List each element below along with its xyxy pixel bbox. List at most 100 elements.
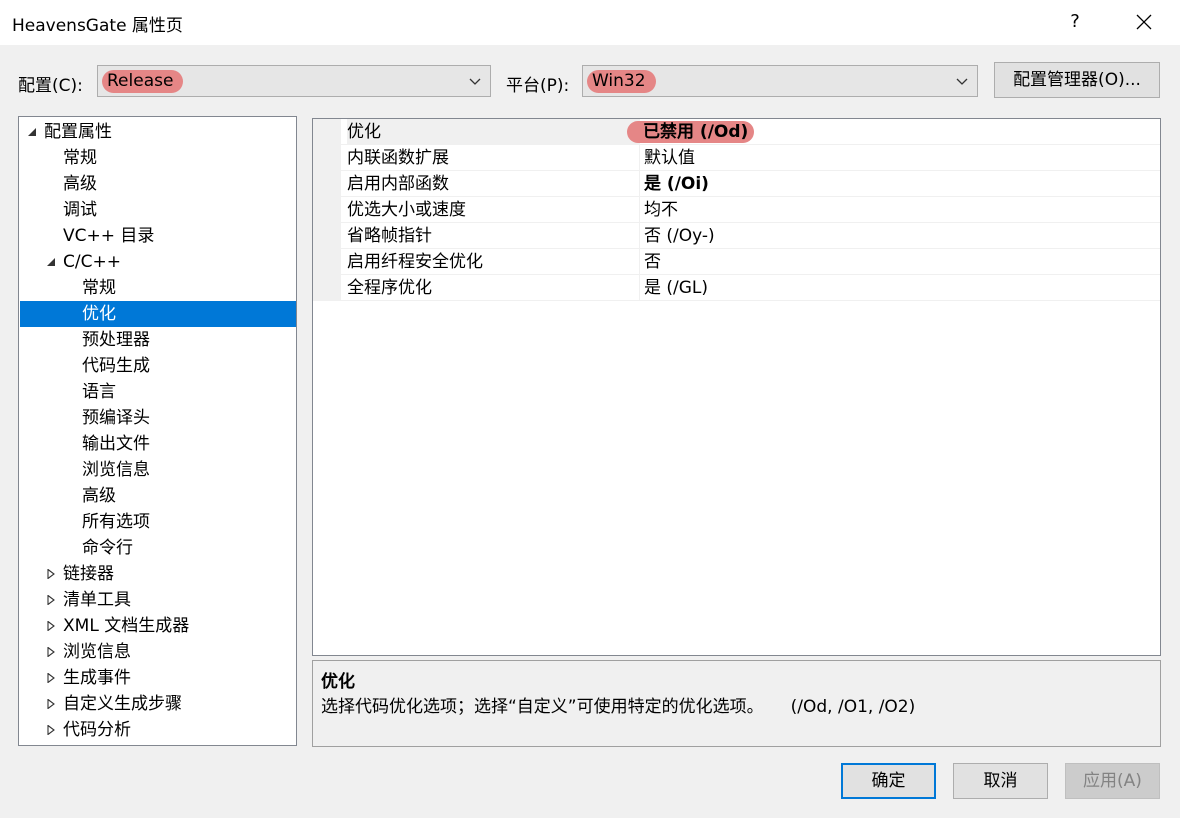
platform-dropdown[interactable]: Win32 xyxy=(582,65,978,97)
config-manager-button[interactable]: 配置管理器(O)... xyxy=(994,62,1160,98)
tree-item[interactable]: 预编译头 xyxy=(20,405,296,431)
tree-item[interactable]: 常规 xyxy=(20,275,296,301)
tree-item-label: XML 文档生成器 xyxy=(63,616,190,636)
column-separator xyxy=(639,145,640,171)
close-button[interactable] xyxy=(1128,6,1160,38)
expanded-arrow-icon[interactable] xyxy=(27,127,37,137)
property-value[interactable]: 否 (/Oy-) xyxy=(644,223,715,249)
platform-value: Win32 xyxy=(587,70,656,93)
expanded-arrow-icon[interactable] xyxy=(46,257,56,267)
tree-item-label: 配置属性 xyxy=(44,122,112,142)
property-name: 启用内部函数 xyxy=(347,174,449,194)
chevron-down-icon xyxy=(469,78,481,85)
row-gutter xyxy=(313,119,341,145)
row-gutter xyxy=(313,171,341,197)
property-value[interactable]: 是 (/GL) xyxy=(644,275,708,301)
property-name: 优选大小或速度 xyxy=(347,200,466,220)
property-value[interactable]: 均不 xyxy=(644,197,678,223)
tree-item-label: 常规 xyxy=(82,278,116,298)
property-row[interactable]: 内联函数扩展 默认值 xyxy=(313,145,1160,171)
description-title: 优化 xyxy=(321,672,355,692)
tree-item[interactable]: 代码生成 xyxy=(20,353,296,379)
tree-item-label: 链接器 xyxy=(63,564,114,584)
collapsed-arrow-icon[interactable] xyxy=(46,621,56,631)
property-row[interactable]: 全程序优化 是 (/GL) xyxy=(313,275,1160,301)
tree-item-label: 优化 xyxy=(82,304,116,324)
tree-item[interactable]: 语言 xyxy=(20,379,296,405)
property-grid[interactable]: 优化 已禁用 (/Od) 内联函数扩展 默认值 启用内部函数是 (/Oi) 优选大小或速度… xyxy=(312,118,1161,656)
tree-item[interactable]: 配置属性 xyxy=(20,119,296,145)
property-name: 优化 xyxy=(347,119,639,145)
tree-item-label: 浏览信息 xyxy=(82,460,150,480)
window-title: HeavensGate 属性页 xyxy=(12,16,183,36)
tree-item-label: 高级 xyxy=(82,486,116,506)
column-separator xyxy=(639,249,640,275)
column-separator xyxy=(639,171,640,197)
config-label: 配置(C): xyxy=(18,76,83,96)
collapsed-arrow-icon[interactable] xyxy=(46,673,56,683)
tree-item-label: 常规 xyxy=(63,148,97,168)
tree-item[interactable]: 调试 xyxy=(20,197,296,223)
tree-item-label: VC++ 目录 xyxy=(63,226,155,246)
config-value: Release xyxy=(102,70,184,93)
tree-item-label: 生成事件 xyxy=(63,668,131,688)
tree-item[interactable]: 浏览信息 xyxy=(20,639,296,665)
tree-item-label: 代码生成 xyxy=(82,356,150,376)
tree-item[interactable]: 高级 xyxy=(20,483,296,509)
property-row[interactable]: 启用内部函数 是 (/Oi) xyxy=(313,171,1160,197)
tree-item[interactable]: XML 文档生成器 xyxy=(20,613,296,639)
ok-button[interactable]: 确定 xyxy=(841,763,936,799)
property-tree[interactable]: 配置属性 常规 高级 调试 VC++ 目录 C/C++ 常规 优化 预处理器 代码生成 语言 预编译头… xyxy=(18,116,297,746)
row-gutter xyxy=(313,249,341,275)
platform-label: 平台(P): xyxy=(506,76,570,96)
property-value[interactable]: 是 (/Oi) xyxy=(644,171,709,197)
property-name: 省略帧指针 xyxy=(347,226,432,246)
column-separator xyxy=(639,275,640,301)
tree-item[interactable]: 所有选项 xyxy=(20,509,296,535)
collapsed-arrow-icon[interactable] xyxy=(46,725,56,735)
tree-item[interactable]: VC++ 目录 xyxy=(20,223,296,249)
row-gutter xyxy=(313,275,341,301)
tree-item[interactable]: 命令行 xyxy=(20,535,296,561)
collapsed-arrow-icon[interactable] xyxy=(46,647,56,657)
row-gutter xyxy=(313,197,341,223)
cancel-button[interactable]: 取消 xyxy=(953,763,1048,799)
tree-item[interactable]: 预处理器 xyxy=(20,327,296,353)
description-panel: 优化 选择代码优化选项；选择“自定义”可使用特定的优化选项。 (/Od, /O1… xyxy=(312,660,1161,747)
column-separator xyxy=(639,223,640,249)
property-row[interactable]: 优化 已禁用 (/Od) xyxy=(313,119,1160,145)
property-name: 内联函数扩展 xyxy=(347,148,449,168)
help-button[interactable]: ? xyxy=(1063,8,1087,36)
tree-item-label: 语言 xyxy=(82,382,116,402)
tree-item[interactable]: 常规 xyxy=(20,145,296,171)
tree-item-label: 浏览信息 xyxy=(63,642,131,662)
property-row[interactable]: 优选大小或速度 均不 xyxy=(313,197,1160,223)
close-icon xyxy=(1136,14,1152,30)
apply-button[interactable]: 应用(A) xyxy=(1065,763,1160,799)
tree-item[interactable]: 清单工具 xyxy=(20,587,296,613)
config-dropdown[interactable]: Release xyxy=(97,65,491,97)
property-row[interactable]: 启用纤程安全优化 否 xyxy=(313,249,1160,275)
tree-item[interactable]: 链接器 xyxy=(20,561,296,587)
tree-item[interactable]: 输出文件 xyxy=(20,431,296,457)
tree-item[interactable]: 生成事件 xyxy=(20,665,296,691)
property-row[interactable]: 省略帧指针 否 (/Oy-) xyxy=(313,223,1160,249)
collapsed-arrow-icon[interactable] xyxy=(46,699,56,709)
property-value[interactable]: 默认值 xyxy=(644,145,695,171)
tree-item[interactable]: 优化 xyxy=(20,301,296,327)
property-name: 启用纤程安全优化 xyxy=(347,252,483,272)
tree-item-label: 命令行 xyxy=(82,538,133,558)
tree-item-label: 高级 xyxy=(63,174,97,194)
tree-item-label: 输出文件 xyxy=(82,434,150,454)
tree-item[interactable]: 自定义生成步骤 xyxy=(20,691,296,717)
property-value[interactable]: 否 xyxy=(644,249,661,275)
tree-item-label: C/C++ xyxy=(63,252,121,272)
tree-item[interactable]: 高级 xyxy=(20,171,296,197)
tree-item[interactable]: 代码分析 xyxy=(20,717,296,743)
collapsed-arrow-icon[interactable] xyxy=(46,595,56,605)
collapsed-arrow-icon[interactable] xyxy=(46,569,56,579)
tree-item[interactable]: 浏览信息 xyxy=(20,457,296,483)
property-value[interactable]: 已禁用 (/Od) xyxy=(627,119,755,145)
tree-item-label: 调试 xyxy=(63,200,97,220)
tree-item[interactable]: C/C++ xyxy=(20,249,296,275)
